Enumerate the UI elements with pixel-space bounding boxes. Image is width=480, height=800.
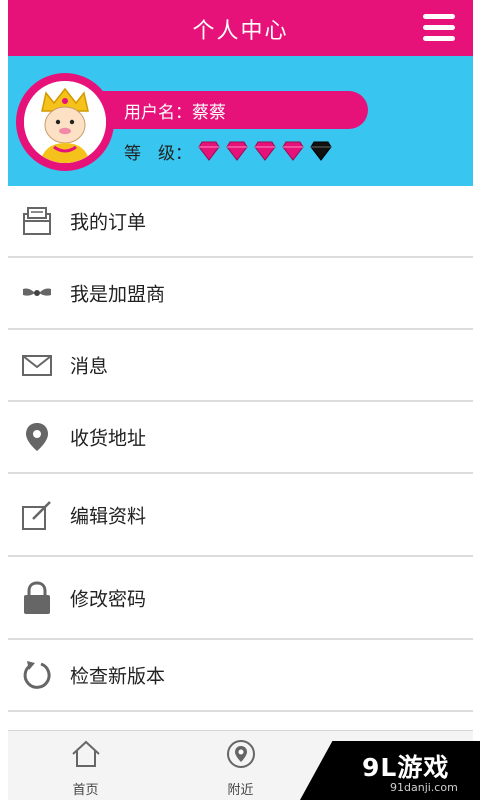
menu-item-label: 我是加盟商 xyxy=(70,283,166,306)
username-pill: 用户名：蔡蔡 xyxy=(86,91,368,129)
header-bar: 个人中心 xyxy=(8,0,473,56)
page-title: 个人中心 xyxy=(192,19,289,44)
tab-label: 首页 xyxy=(72,783,99,798)
bow-tie-icon xyxy=(20,276,54,310)
diamond-icon xyxy=(254,141,276,161)
diamond-icon xyxy=(226,141,248,161)
menu-item-orders[interactable]: 我的订单 xyxy=(8,186,473,258)
menu-item-label: 消息 xyxy=(70,355,109,378)
level-label: 等 级： xyxy=(124,143,192,164)
profile-panel: 用户名：蔡蔡 等 级： xyxy=(8,56,473,186)
diamond-icon xyxy=(198,141,220,161)
watermark-url: 91danji.com xyxy=(390,781,458,794)
location-icon xyxy=(163,739,318,769)
menu-item-label: 修改密码 xyxy=(70,588,147,610)
level-row: 等 级： xyxy=(124,140,338,164)
location-pin-icon xyxy=(20,420,54,454)
menu-item-label: 检查新版本 xyxy=(70,665,166,688)
menu-item-address[interactable]: 收货地址 xyxy=(8,402,473,474)
avatar-image xyxy=(24,81,106,163)
edit-icon xyxy=(20,498,54,532)
diamond-icon xyxy=(310,141,332,161)
lock-icon xyxy=(20,580,54,615)
tab-nearby[interactable]: 附近 xyxy=(163,731,318,800)
diamond-icon xyxy=(282,141,304,161)
menu-item-label: 编辑资料 xyxy=(70,505,147,527)
username-label: 用户名：蔡蔡 xyxy=(124,103,226,123)
tab-label: 附近 xyxy=(227,783,254,798)
watermark-logo: 9L游戏 xyxy=(362,753,450,782)
refresh-icon xyxy=(20,658,54,692)
menu-item-messages[interactable]: 消息 xyxy=(8,330,473,402)
app-frame: 个人中心 用户名：蔡蔡 等 级： 我的订单 我是加盟商 消息 收货地址 编辑资料… xyxy=(8,0,473,800)
menu-icon[interactable] xyxy=(423,14,455,42)
orders-icon xyxy=(20,204,54,238)
menu-item-edit-profile[interactable]: 编辑资料 xyxy=(8,474,473,557)
home-icon xyxy=(8,739,163,769)
menu-item-change-password[interactable]: 修改密码 xyxy=(8,557,473,640)
avatar[interactable] xyxy=(16,73,114,171)
envelope-icon xyxy=(20,348,54,382)
menu-item-franchise[interactable]: 我是加盟商 xyxy=(8,258,473,330)
tab-home[interactable]: 首页 xyxy=(8,731,163,800)
menu-item-check-update[interactable]: 检查新版本 xyxy=(8,640,473,712)
menu-item-label: 收货地址 xyxy=(70,427,147,450)
menu-list: 我的订单 我是加盟商 消息 收货地址 编辑资料 修改密码 检查新版本 xyxy=(8,186,473,712)
menu-item-label: 我的订单 xyxy=(70,211,147,234)
